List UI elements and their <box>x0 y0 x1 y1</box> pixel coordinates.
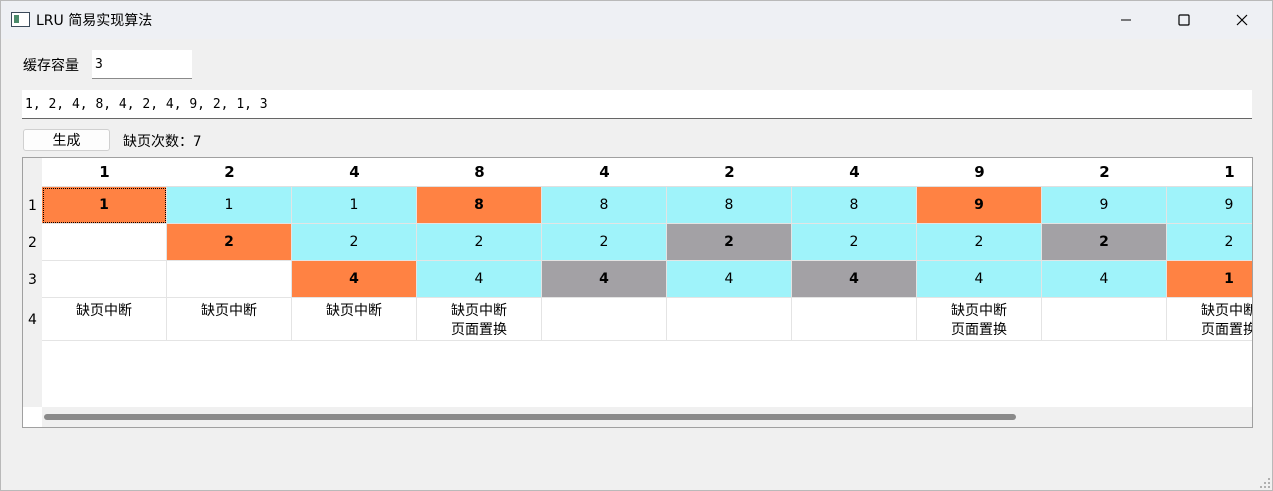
table-cell[interactable]: 9 <box>1042 187 1167 224</box>
capacity-label: 缓存容量 <box>23 58 79 74</box>
table-cell[interactable]: 2 <box>167 224 292 261</box>
window-title: LRU 简易实现算法 <box>36 13 153 29</box>
status-cell[interactable]: 缺页中断 页面置换 <box>1167 298 1253 341</box>
column-header[interactable]: 2 <box>1042 158 1167 187</box>
table-cell[interactable]: 8 <box>792 187 917 224</box>
status-line: 缺页中断 <box>76 303 132 319</box>
table-cell[interactable]: 4 <box>667 261 792 298</box>
column-header[interactable]: 4 <box>292 158 417 187</box>
minimize-icon <box>1121 19 1131 21</box>
table-cell[interactable]: 1 <box>167 187 292 224</box>
row-header-column: 1234 <box>23 187 42 407</box>
table-cell[interactable]: 2 <box>792 224 917 261</box>
capacity-input[interactable] <box>92 50 192 79</box>
status-cell[interactable] <box>1042 298 1167 341</box>
close-icon <box>1236 14 1248 26</box>
column-header[interactable]: 2 <box>167 158 292 187</box>
table-cell[interactable]: 8 <box>667 187 792 224</box>
table-cell[interactable]: 9 <box>917 187 1042 224</box>
table-cell[interactable]: 8 <box>417 187 542 224</box>
generate-button[interactable]: 生成 <box>23 129 110 151</box>
status-cell[interactable] <box>542 298 667 341</box>
table-cell[interactable]: 4 <box>1042 261 1167 298</box>
status-line: 缺页中断 <box>201 303 257 319</box>
page-fault-label: 缺页次数： <box>123 134 193 150</box>
table-cell[interactable]: 4 <box>792 261 917 298</box>
row-header[interactable]: 2 <box>23 224 42 261</box>
table-cell[interactable]: 2 <box>667 224 792 261</box>
table-cell[interactable]: 1 <box>42 187 167 224</box>
table-cell[interactable]: 4 <box>542 261 667 298</box>
column-header[interactable]: 4 <box>792 158 917 187</box>
status-cell[interactable]: 缺页中断 页面置换 <box>917 298 1042 341</box>
table-cell[interactable]: 2 <box>1042 224 1167 261</box>
page-fault-value: 7 <box>193 134 202 150</box>
status-line: 缺页中断 <box>1201 303 1253 319</box>
maximize-button[interactable] <box>1155 1 1213 39</box>
column-header[interactable]: 8 <box>417 158 542 187</box>
row-header[interactable]: 1 <box>23 187 42 224</box>
row-header[interactable]: 3 <box>23 261 42 298</box>
table-cell[interactable]: 4 <box>417 261 542 298</box>
column-header[interactable]: 9 <box>917 158 1042 187</box>
status-line: 页面置换 <box>1201 322 1253 338</box>
scrollbar-thumb[interactable] <box>44 414 1016 420</box>
table-cell[interactable]: 8 <box>542 187 667 224</box>
resize-grip-icon[interactable] <box>1259 477 1271 489</box>
row-header[interactable]: 4 <box>23 298 42 341</box>
status-cell[interactable]: 缺页中断 页面置换 <box>417 298 542 341</box>
table-cell[interactable] <box>42 224 167 261</box>
table-cell[interactable] <box>167 261 292 298</box>
status-line: 缺页中断 <box>451 303 507 319</box>
page-fault-count: 缺页次数：7 <box>123 131 201 151</box>
status-cell[interactable]: 缺页中断 <box>42 298 167 341</box>
table-cell[interactable]: 2 <box>292 224 417 261</box>
table-cell[interactable]: 2 <box>542 224 667 261</box>
column-header[interactable]: 1 <box>42 158 167 187</box>
table-cell[interactable] <box>42 261 167 298</box>
column-header[interactable]: 1 <box>1167 158 1252 187</box>
status-cell[interactable] <box>667 298 792 341</box>
close-button[interactable] <box>1213 1 1271 39</box>
status-cell[interactable] <box>792 298 917 341</box>
table-grid: 1 2 4 8 4 2 4 9 2 1 1 1 1 8 8 8 8 9 9 9 2 2 2 2 2 2 2 2 2 4 4 4 4 4 4 4 1 缺页中… <box>42 158 1253 407</box>
status-line: 页面置换 <box>951 322 1007 338</box>
page-sequence-input[interactable] <box>22 90 1252 119</box>
minimize-button[interactable] <box>1097 1 1155 39</box>
column-header[interactable]: 4 <box>542 158 667 187</box>
result-table[interactable]: 1234 12484249211118888999222222222444444… <box>22 157 1253 428</box>
table-cell[interactable]: 2 <box>917 224 1042 261</box>
table-cell[interactable]: 4 <box>917 261 1042 298</box>
title-bar[interactable]: LRU 简易实现算法 <box>1 1 1272 39</box>
table-corner[interactable] <box>23 158 42 187</box>
status-line: 缺页中断 <box>951 303 1007 319</box>
maximize-icon <box>1178 14 1190 26</box>
table-cell[interactable]: 1 <box>1167 261 1252 298</box>
app-window: LRU 简易实现算法 缓存容量 生成 缺页次数：7 1234 124842492… <box>0 0 1273 491</box>
horizontal-scrollbar[interactable] <box>42 407 1252 427</box>
column-header[interactable]: 2 <box>667 158 792 187</box>
status-cell[interactable]: 缺页中断 <box>292 298 417 341</box>
table-cell[interactable]: 9 <box>1167 187 1252 224</box>
table-cell[interactable]: 2 <box>1167 224 1252 261</box>
table-cell[interactable]: 2 <box>417 224 542 261</box>
app-window-icon <box>11 12 30 27</box>
table-cell[interactable]: 1 <box>292 187 417 224</box>
table-cell[interactable]: 4 <box>292 261 417 298</box>
status-line: 页面置换 <box>451 322 507 338</box>
status-cell[interactable]: 缺页中断 <box>167 298 292 341</box>
status-line: 缺页中断 <box>326 303 382 319</box>
